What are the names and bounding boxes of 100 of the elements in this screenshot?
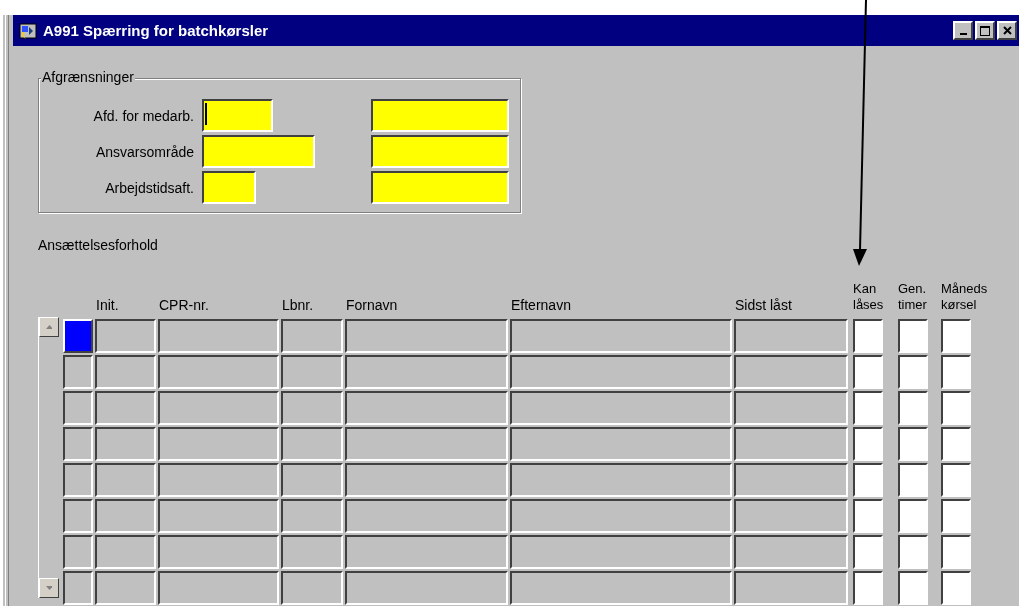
record-indicator[interactable] xyxy=(63,535,93,569)
table-cell[interactable] xyxy=(734,319,848,353)
input-field[interactable] xyxy=(371,99,509,132)
record-indicator[interactable] xyxy=(63,427,93,461)
table-cell[interactable] xyxy=(158,571,279,605)
checkbox-field[interactable] xyxy=(853,319,883,353)
table-cell[interactable] xyxy=(734,535,848,569)
table-cell[interactable] xyxy=(95,391,156,425)
checkbox-field[interactable] xyxy=(853,499,883,533)
field-label: Afd. for medarb. xyxy=(92,106,195,126)
minimize-button[interactable] xyxy=(953,21,973,40)
table-cell[interactable] xyxy=(281,355,343,389)
table-cell[interactable] xyxy=(95,463,156,497)
table-cell[interactable] xyxy=(95,535,156,569)
table-cell[interactable] xyxy=(345,427,508,461)
checkbox-field[interactable] xyxy=(898,355,928,389)
table-cell[interactable] xyxy=(158,355,279,389)
checkbox-field[interactable] xyxy=(853,571,883,605)
table-cell[interactable] xyxy=(345,535,508,569)
table-cell[interactable] xyxy=(95,319,156,353)
record-indicator[interactable] xyxy=(63,463,93,497)
table-cell[interactable] xyxy=(158,463,279,497)
minimize-icon xyxy=(959,32,967,35)
scroll-down-button[interactable] xyxy=(39,578,59,598)
record-indicator[interactable] xyxy=(63,391,93,425)
checkbox-field[interactable] xyxy=(898,499,928,533)
checkbox-field[interactable] xyxy=(898,463,928,497)
table-cell[interactable] xyxy=(158,319,279,353)
maximize-button[interactable] xyxy=(975,21,995,40)
table-cell[interactable] xyxy=(510,319,732,353)
table-cell[interactable] xyxy=(281,319,343,353)
table-cell[interactable] xyxy=(345,499,508,533)
table-cell[interactable] xyxy=(734,355,848,389)
table-cell[interactable] xyxy=(281,427,343,461)
table-cell[interactable] xyxy=(345,355,508,389)
scroll-up-button[interactable] xyxy=(39,317,59,337)
checkbox-field[interactable] xyxy=(853,391,883,425)
table-cell[interactable] xyxy=(281,535,343,569)
column-header: Lbnr. xyxy=(281,296,315,315)
table-cell[interactable] xyxy=(158,427,279,461)
checkbox-field[interactable] xyxy=(853,355,883,389)
table-cell[interactable] xyxy=(281,391,343,425)
checkbox-field[interactable] xyxy=(941,391,971,425)
table-cell[interactable] xyxy=(281,499,343,533)
checkbox-field[interactable] xyxy=(941,355,971,389)
checkbox-field[interactable] xyxy=(898,535,928,569)
table-cell[interactable] xyxy=(345,463,508,497)
checkbox-field[interactable] xyxy=(941,319,971,353)
table-cell[interactable] xyxy=(95,499,156,533)
app-icon xyxy=(19,21,37,40)
checkbox-field[interactable] xyxy=(941,571,971,605)
table-cell[interactable] xyxy=(510,391,732,425)
input-field[interactable] xyxy=(202,171,256,204)
window-title: A991 Spærring for batchkørsler xyxy=(43,22,270,39)
close-button[interactable] xyxy=(997,21,1017,40)
table-cell[interactable] xyxy=(734,391,848,425)
checkbox-field[interactable] xyxy=(898,427,928,461)
table-cell[interactable] xyxy=(734,499,848,533)
table-cell[interactable] xyxy=(158,535,279,569)
checkbox-field[interactable] xyxy=(853,535,883,569)
checkbox-field[interactable] xyxy=(941,535,971,569)
down-arrow-icon xyxy=(46,586,52,590)
table-cell[interactable] xyxy=(281,571,343,605)
table-cell[interactable] xyxy=(510,463,732,497)
input-field[interactable] xyxy=(371,171,509,204)
table-cell[interactable] xyxy=(95,571,156,605)
table-cell[interactable] xyxy=(158,391,279,425)
table-cell[interactable] xyxy=(95,427,156,461)
checkbox-field[interactable] xyxy=(898,391,928,425)
record-indicator[interactable] xyxy=(63,355,93,389)
checkbox-field[interactable] xyxy=(898,319,928,353)
checkbox-field[interactable] xyxy=(941,427,971,461)
record-indicator[interactable] xyxy=(63,499,93,533)
column-header: Init. xyxy=(95,296,120,315)
input-field[interactable] xyxy=(202,135,315,168)
record-indicator[interactable] xyxy=(63,571,93,605)
table-cell[interactable] xyxy=(734,463,848,497)
table-cell[interactable] xyxy=(345,391,508,425)
table-cell[interactable] xyxy=(345,319,508,353)
table-cell[interactable] xyxy=(510,355,732,389)
table-cell[interactable] xyxy=(345,571,508,605)
group-title: Afgrænsninger xyxy=(41,69,135,85)
table-cell[interactable] xyxy=(734,427,848,461)
checkbox-field[interactable] xyxy=(941,499,971,533)
table-cell[interactable] xyxy=(510,427,732,461)
checkbox-field[interactable] xyxy=(853,463,883,497)
checkbox-field[interactable] xyxy=(853,427,883,461)
scrollbar[interactable] xyxy=(38,317,59,598)
table-cell[interactable] xyxy=(95,355,156,389)
table-cell[interactable] xyxy=(158,499,279,533)
table-cell[interactable] xyxy=(510,571,732,605)
table-cell[interactable] xyxy=(510,499,732,533)
table-cell[interactable] xyxy=(510,535,732,569)
input-field[interactable] xyxy=(371,135,509,168)
table-cell[interactable] xyxy=(281,463,343,497)
input-field[interactable] xyxy=(202,99,273,132)
checkbox-field[interactable] xyxy=(941,463,971,497)
column-header: Sidst låst xyxy=(734,296,793,315)
table-cell[interactable] xyxy=(734,571,848,605)
checkbox-field[interactable] xyxy=(898,571,928,605)
